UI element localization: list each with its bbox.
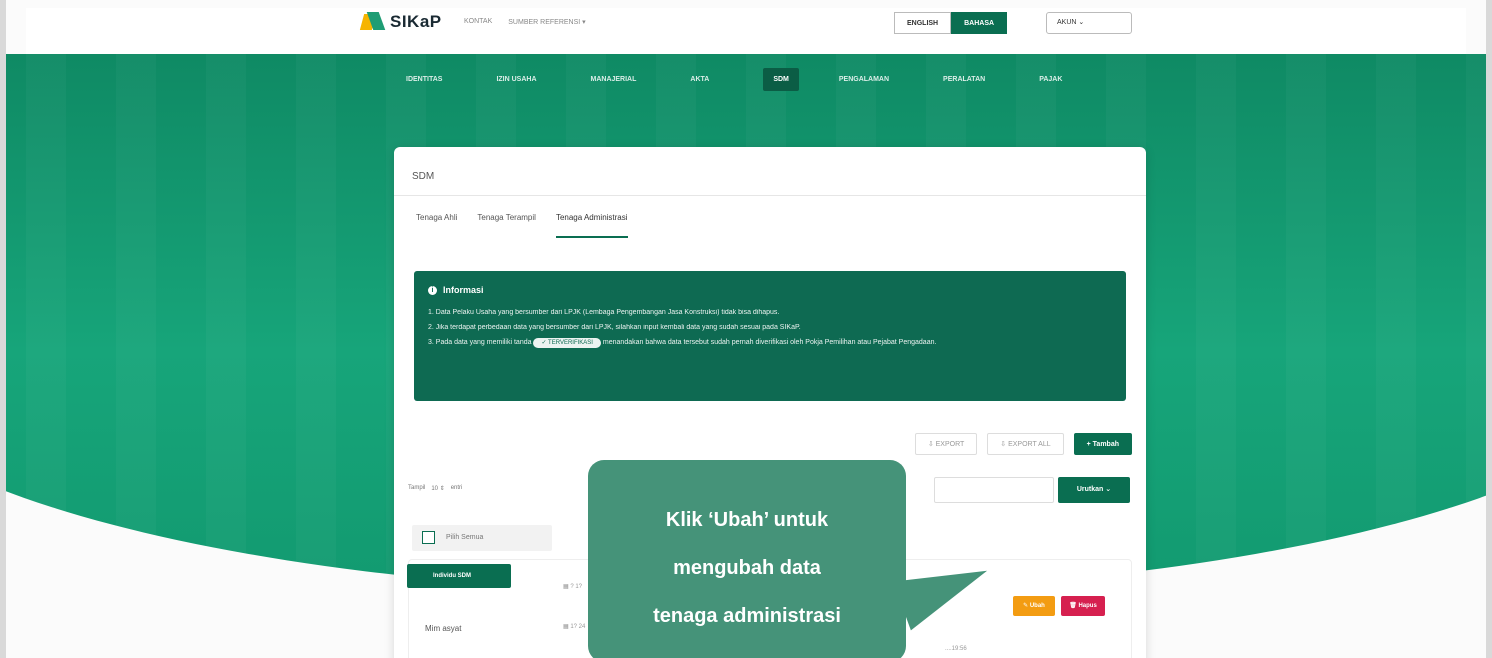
nav-pajak[interactable]: PAJAK: [1039, 76, 1062, 83]
nav-sumber-referensi[interactable]: SUMBER REFERENSI ▾: [508, 18, 585, 26]
info-title: i Informasi: [428, 285, 1112, 295]
export-all-button[interactable]: ⇩ EXPORT ALL: [987, 433, 1064, 455]
verified-badge: ✓ TERVERIFIKASI: [533, 338, 601, 348]
select-all[interactable]: Pilih Semua: [412, 525, 552, 551]
tambah-button[interactable]: + Tambah: [1073, 433, 1132, 455]
language-switch: ENGLISH BAHASA: [894, 12, 1008, 34]
info-line-3b: menandakan bahwa data tersebut sudah per…: [602, 339, 937, 346]
app-logo[interactable]: SIKaP: [362, 12, 442, 32]
info-line-3: 3. Pada data yang memiliki tanda ✓ TERVE…: [428, 337, 1112, 348]
tab-tenaga-ahli[interactable]: Tenaga Ahli: [416, 213, 457, 238]
callout-line-1: Klik ‘Ubah’ untuk: [665, 509, 829, 531]
top-bar: [26, 8, 1466, 54]
select-all-checkbox[interactable]: [422, 531, 435, 544]
divider: [394, 195, 1146, 196]
date-1-text: ? 1?: [570, 584, 583, 590]
info-panel: i Informasi 1. Data Pelaku Usaha yang be…: [414, 271, 1126, 401]
lang-english-button[interactable]: ENGLISH: [894, 12, 952, 34]
hapus-button[interactable]: 🗑 Hapus: [1061, 596, 1105, 616]
toolbar: ⇩ EXPORT ⇩ EXPORT ALL + Tambah: [914, 433, 1132, 455]
logo-text: SIKaP: [390, 12, 442, 31]
account-dropdown[interactable]: AKUN ⌄: [1046, 12, 1132, 34]
info-icon: i: [428, 285, 437, 295]
ubah-button[interactable]: ✎ Ubah: [1013, 596, 1055, 616]
main-nav: IDENTITAS IZIN USAHA MANAJERIAL AKTA SDM…: [406, 68, 1116, 91]
logo-icon: [362, 12, 384, 32]
nav-peralatan[interactable]: PERALATAN: [943, 76, 985, 83]
info-line-1: 1. Data Pelaku Usaha yang bersumber dari…: [428, 309, 780, 316]
individu-badge: Individu SDM: [407, 564, 511, 588]
show-label: Tampil: [408, 485, 426, 491]
export-button[interactable]: ⇩ EXPORT: [914, 433, 978, 455]
search-input[interactable]: [934, 477, 1054, 503]
top-nav: KONTAK SUMBER REFERENSI ▾: [464, 18, 586, 26]
nav-identitas[interactable]: IDENTITAS: [406, 76, 442, 83]
tab-tenaga-administrasi[interactable]: Tenaga Administrasi: [555, 213, 628, 238]
page-size: Tampil 10 ⇕ entri: [408, 485, 462, 492]
info-title-text: Informasi: [443, 285, 484, 295]
show-suffix: entri: [450, 485, 463, 491]
nav-akta[interactable]: AKTA: [690, 76, 709, 83]
select-all-label: Pilih Semua: [446, 534, 484, 541]
tab-bar: Tenaga Ahli Tenaga Terampil Tenaga Admin…: [416, 213, 628, 238]
screenshot-frame: SIKaP KONTAK SUMBER REFERENSI ▾ ENGLISH …: [0, 0, 1492, 658]
page-size-select[interactable]: 10 ⇕: [431, 485, 444, 492]
nav-manajerial[interactable]: MANAJERIAL: [591, 76, 637, 83]
nav-pengalaman[interactable]: PENGALAMAN: [839, 76, 889, 83]
info-line-2: 2. Jika terdapat perbedaan data yang ber…: [428, 324, 801, 331]
callout-line-3: tenaga administrasi: [653, 605, 841, 627]
nav-kontak[interactable]: KONTAK: [464, 18, 492, 26]
date-field-1: ▦ ? 1?: [563, 582, 582, 592]
tab-tenaga-terampil[interactable]: Tenaga Terampil: [477, 213, 536, 238]
record-time: ....19:56: [945, 646, 967, 652]
lang-bahasa-button[interactable]: BAHASA: [951, 12, 1008, 34]
nav-sdm[interactable]: SDM: [763, 68, 799, 91]
nav-izin-usaha[interactable]: IZIN USAHA: [496, 76, 536, 83]
info-line-3a: 3. Pada data yang memiliki tanda: [428, 339, 532, 346]
date-2-text: 1? 24: [570, 624, 586, 630]
instruction-callout: Klik ‘Ubah’ untuk mengubah data tenaga a…: [588, 460, 906, 658]
card-title: SDM: [412, 171, 435, 182]
date-field-2: ▦ 1? 24: [563, 622, 585, 632]
sort-button[interactable]: Urutkan ⌄: [1058, 477, 1130, 503]
record-name: Mim asyat: [425, 624, 462, 633]
callout-line-2: mengubah data: [673, 557, 821, 579]
